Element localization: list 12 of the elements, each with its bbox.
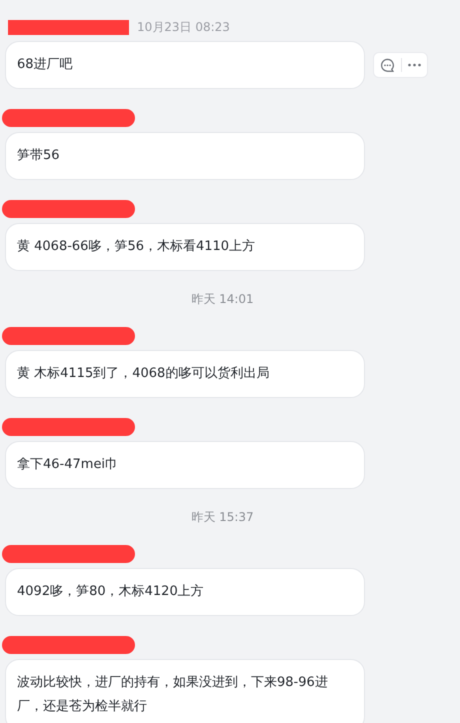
message-bubble: 68进厂吧 (5, 41, 365, 89)
message-bubble: 黄 木标4115到了，4068的哆可以货利出局 (5, 350, 365, 398)
message-bubble: 笋带56 (5, 132, 365, 180)
message-bubble: 4092哆，笋80，木标4120上方 (5, 568, 365, 616)
comment-icon[interactable] (380, 58, 395, 72)
message-bubble: 黄 4068-66哆，笋56，木标看4110上方 (5, 223, 365, 271)
message-time: 10月23日 08:23 (137, 19, 230, 36)
time-divider: 昨天 14:01 (191, 291, 254, 307)
message-bubble: 拿下46-47mei巾 (5, 441, 365, 489)
message-bubble: 波动比较快，进厂的持有，如果没进到，下来98-96进厂，还是苍为检半就行 (5, 659, 365, 723)
time-divider: 昨天 15:37 (191, 509, 254, 525)
more-icon[interactable] (408, 63, 421, 67)
